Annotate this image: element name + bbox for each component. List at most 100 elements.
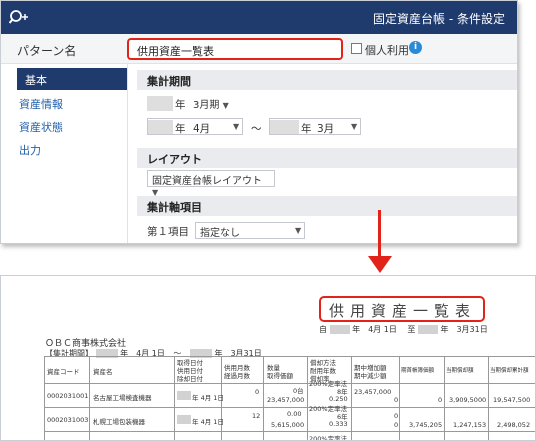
- report-period: 自 年 4月 1日 至 年 3月31日: [319, 324, 488, 335]
- period-from: 年 4月 1日: [352, 325, 397, 334]
- pattern-name-row: パターン名 供用資産一覧表 個人利用 i: [1, 34, 517, 64]
- table-border: [44, 383, 535, 384]
- personal-use-checkbox[interactable]: [351, 43, 362, 54]
- flow-arrow-line: [378, 210, 381, 258]
- row1-code: 0002031001: [47, 392, 89, 400]
- row2-months: 12: [252, 412, 261, 420]
- sidebar-item-asset-info[interactable]: 資産情報: [19, 96, 63, 112]
- layout-value: 固定資産台帳レイアウト: [152, 176, 262, 187]
- masked-year: [329, 325, 350, 334]
- condition-dialog: 固定資産台帳 - 条件設定 パターン名 供用資産一覧表 個人利用 i 基本 資産…: [0, 0, 518, 244]
- masked-year: [177, 391, 191, 400]
- sidebar-item-asset-status[interactable]: 資産状態: [19, 119, 63, 135]
- start-year-suffix: 年: [175, 123, 186, 135]
- aggregation-period: 【集計期間】 年 4月 1日 ～ 年 3月31日: [45, 348, 262, 359]
- row1-decrease: 0: [394, 396, 399, 404]
- row1-col11: 19,547,500: [493, 396, 531, 404]
- report-title-box: 供用資産一覧表: [319, 296, 485, 322]
- arrow-down-icon: [368, 256, 392, 273]
- report-title: 供用資産一覧表: [329, 302, 477, 320]
- col-header-col10: 当期償却累計額: [490, 368, 529, 374]
- row1-rate: 0.250: [329, 395, 348, 403]
- axis-heading: 集計軸項目: [137, 196, 517, 216]
- layout-heading: レイアウト: [137, 148, 517, 168]
- row2-name: 札幌工場包装機器: [93, 418, 145, 426]
- row1-col9: 0: [482, 396, 487, 404]
- table-border: [399, 356, 400, 440]
- end-month-select[interactable]: [269, 118, 361, 135]
- masked-year: [417, 325, 438, 334]
- col-header-qty: 取得価額: [267, 372, 293, 380]
- start-month: 4月: [193, 123, 211, 135]
- row2-col8: 3,745,205: [409, 421, 443, 429]
- row1-date: 年 4月 1日: [192, 394, 224, 402]
- fiscal-period-select[interactable]: 3月期 ▼: [189, 95, 245, 112]
- row1-increase: 23,457,000: [354, 388, 392, 396]
- table-border: [89, 356, 90, 440]
- row2-rate: 0.333: [329, 420, 348, 428]
- table-border: [174, 356, 175, 440]
- range-separator: ～: [251, 123, 262, 135]
- window-title: 固定資産台帳 - 条件設定: [373, 12, 505, 26]
- personal-use-label: 個人利用: [365, 44, 409, 57]
- masked-year: [177, 415, 191, 424]
- row1-col10: 3,909,500: [449, 396, 483, 404]
- info-icon[interactable]: i: [409, 41, 422, 54]
- table-border: [44, 431, 535, 432]
- chevron-down-icon: ▼: [222, 101, 229, 110]
- table-border: [44, 356, 535, 357]
- table-border: [307, 356, 308, 440]
- period-from-prefix: 自: [319, 325, 327, 334]
- end-month: 3月: [317, 123, 335, 135]
- col-header-name: 資産名: [93, 368, 113, 376]
- row2-col10: 2,498,052: [497, 421, 531, 429]
- row3-method: 200%定率法: [309, 435, 348, 441]
- pattern-name-label: パターン名: [17, 44, 77, 58]
- col-header-col9: 当期償却額: [446, 368, 474, 374]
- table-border: [263, 356, 264, 440]
- period-to: 年 3月31日: [440, 325, 488, 334]
- row2-decrease: 0: [394, 421, 399, 429]
- axis1-label: 第１項目: [147, 226, 189, 238]
- pattern-name-input[interactable]: 供用資産一覧表: [127, 38, 343, 60]
- report-preview: 供用資産一覧表 自 年 4月 1日 至 年 3月31日 ＯＢＣ商事株式会社 【集…: [0, 275, 536, 441]
- period-heading: 集計期間: [137, 70, 517, 90]
- sidebar-item-output[interactable]: 出力: [19, 142, 41, 158]
- year-suffix: 年: [175, 99, 186, 111]
- table-border: [351, 356, 352, 440]
- layout-select[interactable]: 固定資産台帳レイアウト ▼: [147, 170, 275, 197]
- row2-qty: 0.00: [287, 410, 302, 418]
- end-year-suffix: 年: [301, 123, 312, 135]
- table-border: [44, 356, 45, 440]
- row2-code: 0002031003: [47, 416, 89, 424]
- search-icon[interactable]: [9, 9, 29, 27]
- table-border: [488, 356, 489, 440]
- sidebar-item-label: 基本: [25, 74, 47, 87]
- axis1-value: 指定なし: [200, 228, 240, 239]
- row2-cost: 5,615,000: [271, 421, 305, 429]
- row2-date: 年 4月 1日: [192, 418, 224, 426]
- table-border: [444, 356, 445, 440]
- col-header-date: 除却日付: [177, 375, 203, 383]
- row1-col8: 0: [438, 396, 443, 404]
- col-header-col8: 期首帳簿価額: [401, 368, 435, 374]
- sidebar: 基本 資産情報 資産状態 出力: [1, 64, 128, 243]
- row2-increase: 0: [394, 412, 399, 420]
- col-header-months: 経過月数: [224, 372, 250, 380]
- masked-year: [147, 96, 173, 111]
- chevron-down-icon: ▼: [295, 226, 302, 235]
- chevron-down-icon: ▼: [233, 122, 240, 131]
- row1-cost: 23,457,000: [267, 396, 305, 404]
- title-bar: 固定資産台帳 - 条件設定: [1, 1, 517, 34]
- row1-qty: 0台: [293, 387, 304, 395]
- axis1-select[interactable]: 指定なし: [195, 222, 305, 239]
- period-to-prefix: 至: [407, 325, 416, 334]
- row1-name: 名古屋工場検査機器: [93, 394, 152, 402]
- settings-panel: 集計期間 年 3月期 ▼ 年 4月 ▼ ～ 年 3月 ▼ レイアウト 固定資産台…: [129, 64, 517, 243]
- sidebar-item-basic[interactable]: 基本: [17, 68, 127, 90]
- chevron-down-icon: ▼: [351, 122, 358, 131]
- row2-col9: 1,247,153: [453, 421, 487, 429]
- row1-months: 0: [255, 388, 260, 396]
- table-border: [44, 407, 535, 408]
- col-header-code: 資産コード: [47, 368, 80, 376]
